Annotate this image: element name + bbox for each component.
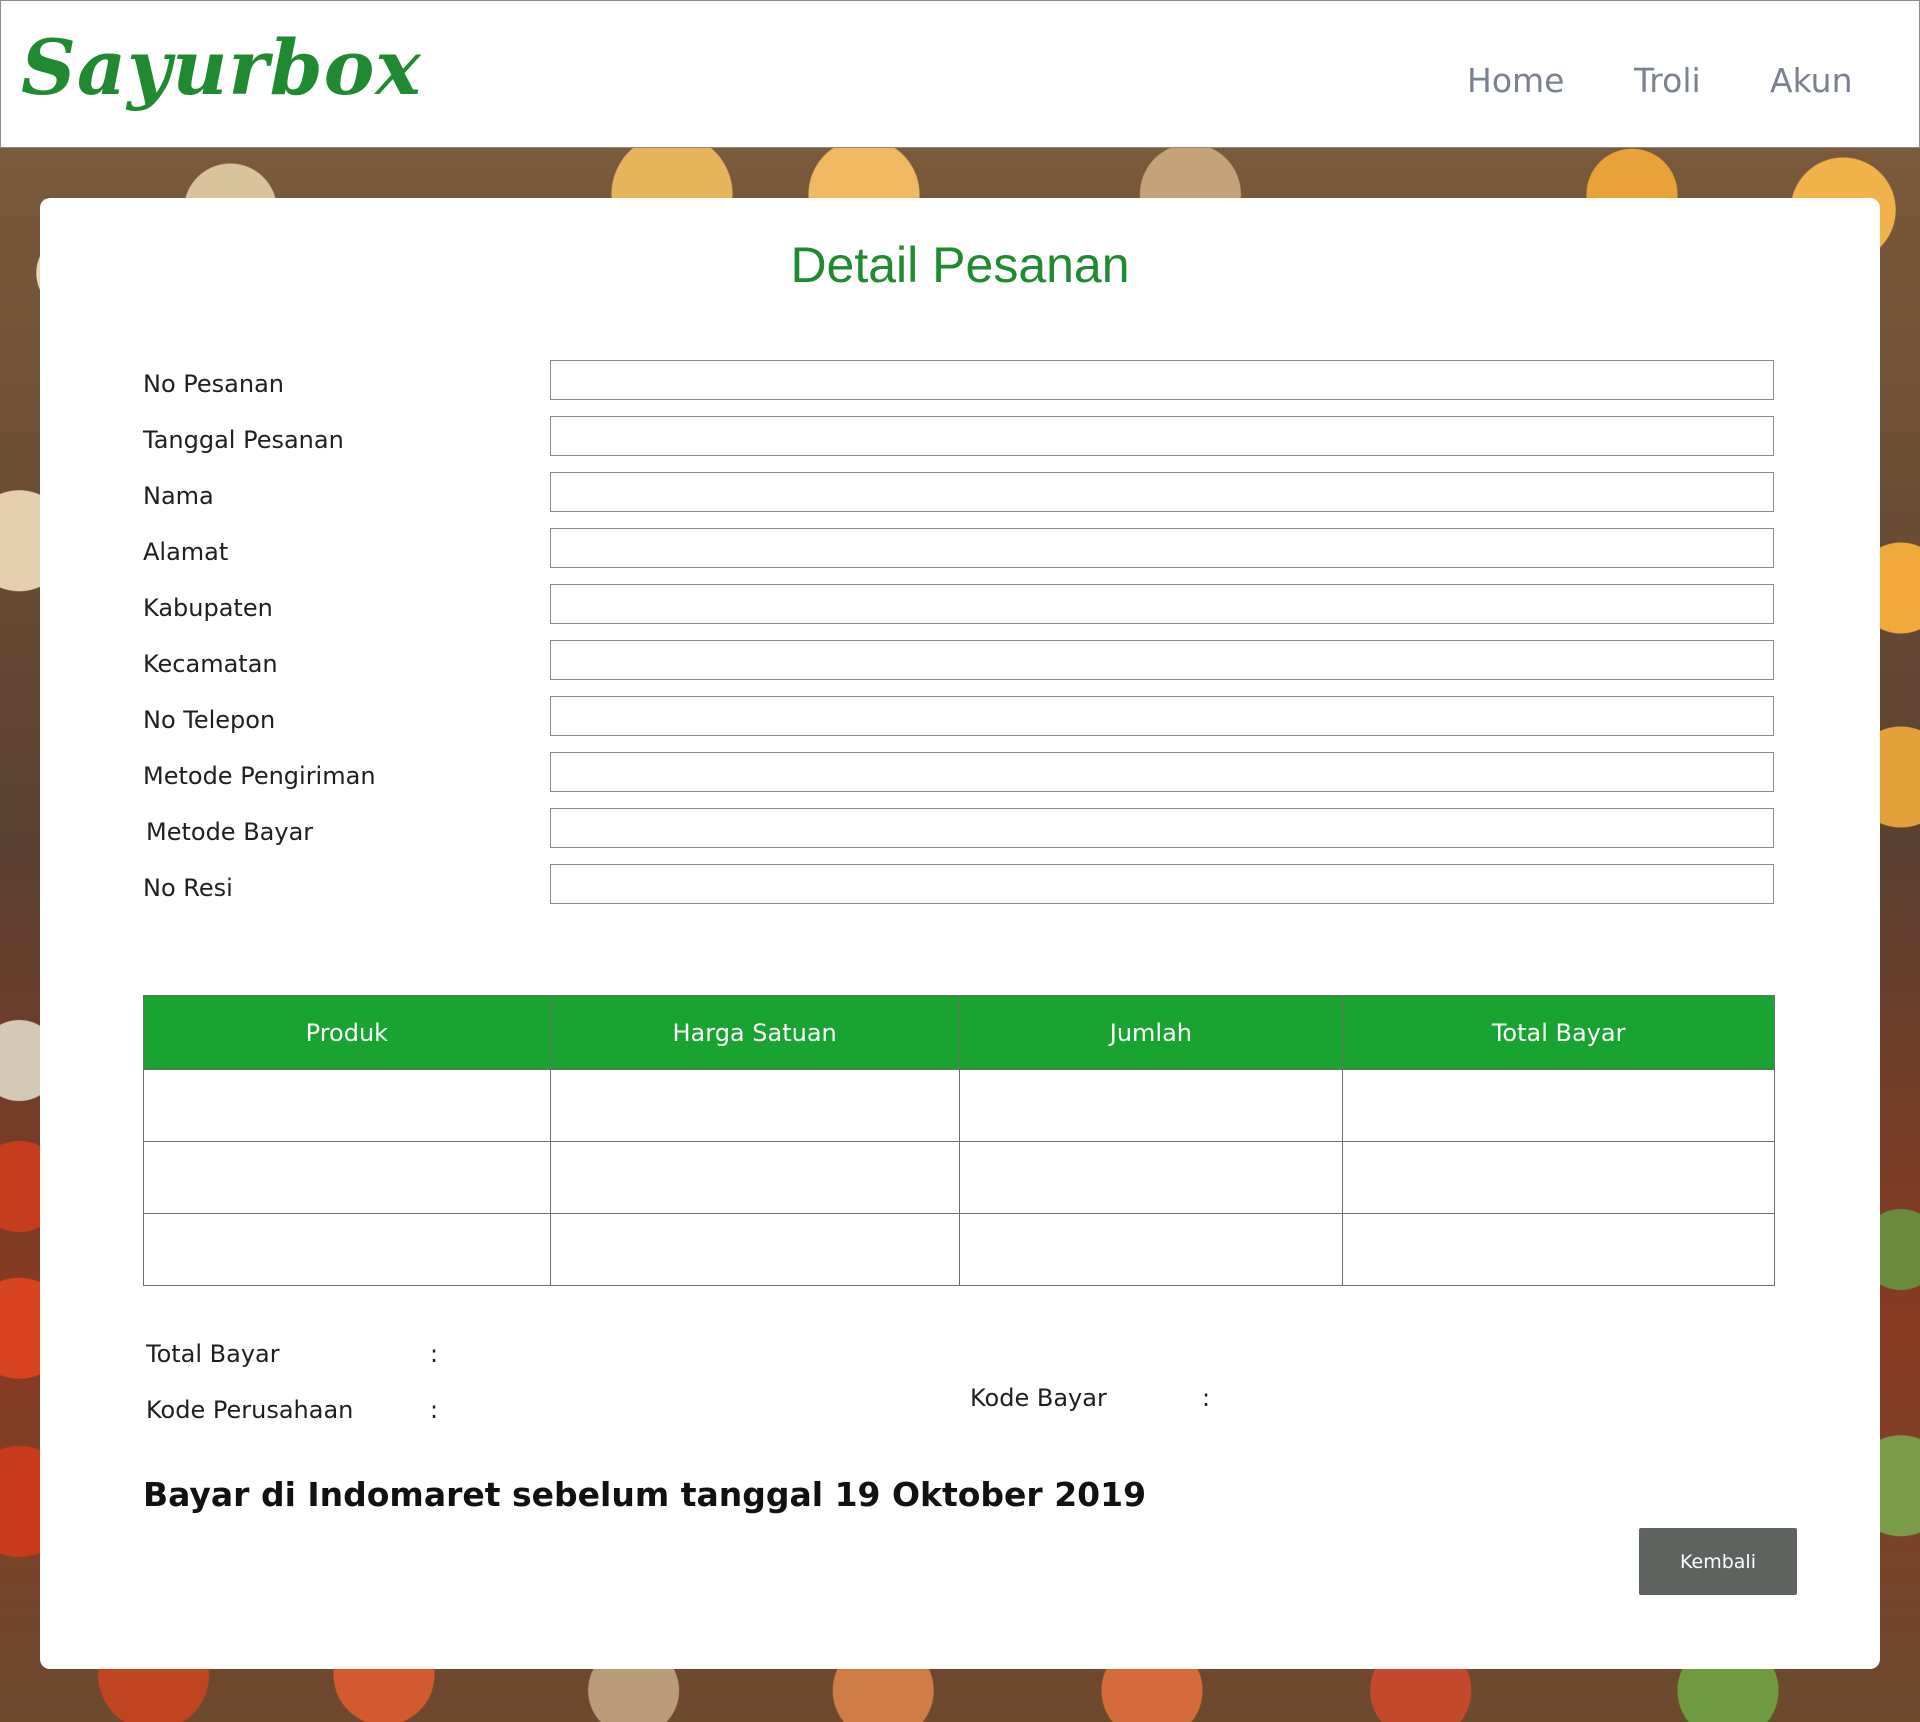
label-kabupaten: Kabupaten [143,594,273,622]
order-items-table: Produk Harga Satuan Jumlah Total Bayar [143,995,1775,1286]
nav-home-link[interactable]: Home [1467,61,1564,100]
label-metode-bayar: Metode Bayar [146,818,314,846]
kode-perusahaan-label: Kode Perusahaan [146,1396,354,1424]
table-row [143,1213,1775,1286]
input-no-telepon[interactable] [550,696,1774,736]
table-cell [143,1069,551,1142]
label-no-pesanan: No Pesanan [143,370,284,398]
label-metode-pengiriman: Metode Pengiriman [143,762,376,790]
column-header-harga-satuan: Harga Satuan [549,995,960,1070]
table-cell [1342,1069,1775,1142]
label-no-resi: No Resi [143,874,233,902]
input-kecamatan[interactable] [550,640,1774,680]
top-navigation-bar: Sayurbox Home Troli Akun [0,0,1920,148]
kode-bayar-label: Kode Bayar [970,1384,1107,1412]
table-row [143,1141,1775,1214]
back-button[interactable]: Kembali [1639,1528,1797,1595]
table-cell [143,1213,551,1286]
kode-perusahaan-separator: : [430,1396,439,1424]
label-tanggal-pesanan: Tanggal Pesanan [143,426,344,454]
label-alamat: Alamat [143,538,229,566]
input-alamat[interactable] [550,528,1774,568]
table-row [143,1069,1775,1142]
order-detail-card: Detail Pesanan No Pesanan Tanggal Pesana… [40,198,1880,1669]
table-cell [549,1141,960,1214]
input-tanggal-pesanan[interactable] [550,416,1774,456]
page-title: Detail Pesanan [790,237,1130,293]
kode-bayar-separator: : [1202,1384,1211,1412]
table-cell [1342,1213,1775,1286]
input-metode-pengiriman[interactable] [550,752,1774,792]
label-no-telepon: No Telepon [143,706,276,734]
table-cell [143,1141,551,1214]
table-cell [958,1141,1344,1214]
column-header-jumlah: Jumlah [958,995,1344,1070]
label-nama: Nama [143,482,214,510]
input-no-pesanan[interactable] [550,360,1774,400]
table-cell [549,1213,960,1286]
input-nama[interactable] [550,472,1774,512]
column-header-total-bayar: Total Bayar [1342,995,1775,1070]
input-metode-bayar[interactable] [550,808,1774,848]
table-cell [1342,1141,1775,1214]
input-kabupaten[interactable] [550,584,1774,624]
label-kecamatan: Kecamatan [143,650,278,678]
total-bayar-separator: : [430,1340,439,1368]
nav-troli-link[interactable]: Troli [1634,61,1701,100]
table-cell [958,1213,1344,1286]
sayurbox-logo[interactable]: Sayurbox [21,23,422,112]
payment-deadline-notice: Bayar di Indomaret sebelum tanggal 19 Ok… [143,1475,1147,1514]
nav-akun-link[interactable]: Akun [1770,61,1853,100]
column-header-produk: Produk [143,995,551,1070]
table-header-row: Produk Harga Satuan Jumlah Total Bayar [143,995,1775,1070]
input-no-resi[interactable] [550,864,1774,904]
table-cell [958,1069,1344,1142]
total-bayar-label: Total Bayar [146,1340,280,1368]
table-cell [549,1069,960,1142]
